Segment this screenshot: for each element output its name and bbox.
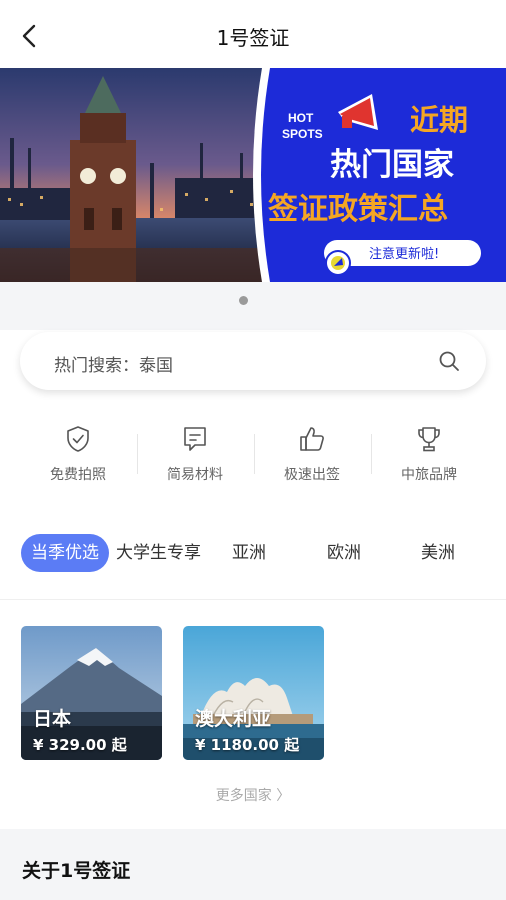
shield-check-icon — [67, 426, 89, 452]
banner-headline-2: 热门国家 — [330, 147, 454, 183]
more-countries-link[interactable]: 更多国家 〉 — [0, 785, 506, 805]
country-name: 澳大利亚 — [195, 708, 272, 730]
country-cards: 日本 ¥ 329.00 起 澳大利亚 ¥ 1180.00 起 更多国家 〉 — [0, 601, 506, 829]
tab-seasonal-picks[interactable]: 当季优选 — [21, 534, 109, 572]
country-card-australia[interactable]: 澳大利亚 ¥ 1180.00 起 — [183, 626, 324, 760]
region-tabs: 当季优选 大学生专享 亚洲 欧洲 美洲 — [0, 510, 506, 600]
country-price: ¥ 1180.00 起 — [195, 736, 300, 754]
document-message-icon — [184, 427, 206, 451]
carousel-dot-active[interactable] — [239, 296, 248, 305]
tab-europe[interactable]: 欧洲 — [327, 534, 361, 572]
promo-banner[interactable]: HOT SPOTS 近期 热门国家 签证政策汇总 注意更新啦! — [0, 68, 506, 282]
feature-simple-materials[interactable]: 简易材料 — [137, 424, 253, 494]
feature-strip: 免费拍照 简易材料 极速出签 中旅品牌 — [0, 410, 506, 510]
country-name: 日本 — [33, 708, 72, 730]
thumbs-up-icon — [300, 427, 324, 451]
banner-badge-line2: SPOTS — [282, 127, 323, 141]
feature-label: 免费拍照 — [50, 467, 106, 483]
page-title: 1号签证 — [216, 26, 290, 50]
top-nav-bar: 1号签证 — [0, 0, 506, 68]
feature-label: 中旅品牌 — [401, 467, 457, 483]
banner-badge-line1: HOT — [288, 111, 314, 125]
about-section: 关于1号签证 — [0, 829, 506, 900]
trophy-icon — [418, 427, 440, 452]
search-hint: 热门搜索：泰国 — [54, 356, 173, 376]
country-price: ¥ 329.00 起 — [33, 736, 127, 754]
banner-pill-text: 注意更新啦! — [369, 246, 439, 262]
carousel-indicator — [0, 282, 506, 330]
feature-free-photo[interactable]: 免费拍照 — [20, 424, 136, 494]
about-title: 关于1号签证 — [22, 860, 131, 882]
tab-asia[interactable]: 亚洲 — [232, 534, 266, 572]
tab-americas[interactable]: 美洲 — [421, 534, 455, 572]
feature-label: 极速出签 — [284, 467, 340, 483]
search-icon[interactable] — [438, 350, 460, 372]
country-card-japan[interactable]: 日本 ¥ 329.00 起 — [21, 626, 162, 760]
search-bar[interactable]: 热门搜索：泰国 — [20, 332, 486, 390]
feature-ctc-brand[interactable]: 中旅品牌 — [371, 424, 487, 494]
search-section: 热门搜索：泰国 — [0, 330, 506, 410]
banner-headline-3: 签证政策汇总 — [268, 192, 448, 227]
tab-students[interactable]: 大学生专享 — [116, 534, 201, 572]
banner-headline-1: 近期 — [410, 103, 468, 137]
feature-label: 简易材料 — [167, 467, 223, 483]
feature-fast-visa[interactable]: 极速出签 — [254, 424, 370, 494]
